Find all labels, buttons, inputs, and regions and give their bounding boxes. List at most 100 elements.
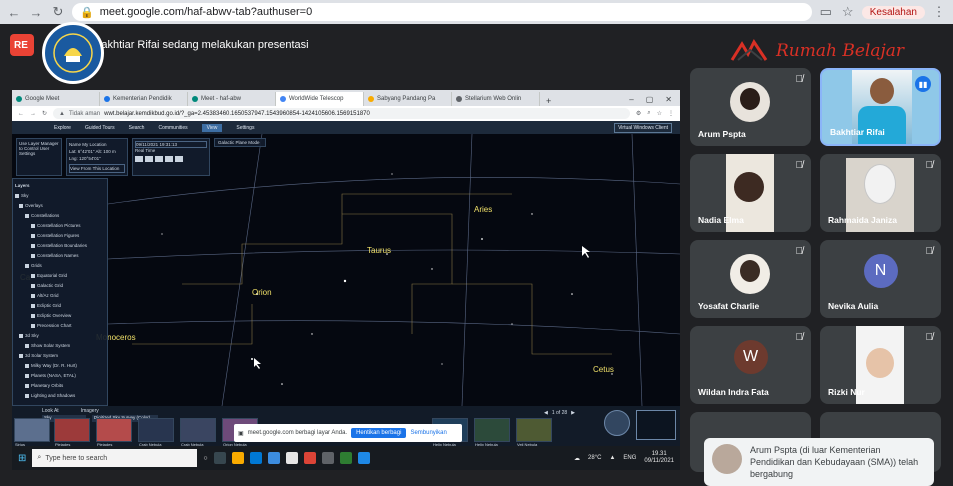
thumb-item[interactable]: Pleiades	[54, 418, 90, 447]
taskbar-search[interactable]: ⌕ Type here to search	[32, 449, 198, 467]
inner-tab[interactable]: Sabyang Pandang Pa	[364, 92, 452, 106]
participant-tile-speaking[interactable]: ▮▮ Bakhtiar Rifai	[820, 68, 941, 146]
zoom-icon[interactable]: ⌕	[647, 110, 650, 117]
participant-tile[interactable]: W 🎙̸ Wildan Indra Fata	[690, 326, 811, 404]
file-explorer-icon[interactable]	[231, 452, 244, 464]
virtual-windows-button[interactable]: Virtual Windows Client	[614, 122, 672, 133]
galactic-plane-toggle[interactable]: Galactic Plane Mode	[214, 138, 266, 147]
menu-communities[interactable]: Communities	[158, 125, 187, 131]
layer-item[interactable]: Constellation Names	[15, 251, 105, 261]
menu-guided-tours[interactable]: Guided Tours	[85, 125, 115, 131]
inner-address-bar[interactable]: ▲ Tidak aman wwt.belajar.kemdikbud.go.id…	[53, 108, 630, 119]
task-view-icon[interactable]: ○	[203, 455, 207, 462]
layer-item[interactable]: Constellation Pictures	[15, 221, 105, 231]
rewind-icon[interactable]	[135, 156, 143, 162]
join-notification[interactable]: Arum Pspta (di luar Kementerian Pendidik…	[704, 438, 934, 486]
mini-map-icon[interactable]	[636, 410, 676, 440]
layer-item[interactable]: 3d Sky	[15, 331, 105, 341]
layer-item[interactable]: Sky	[15, 191, 105, 201]
windows-start-icon[interactable]: ⊞	[18, 453, 26, 464]
layer-item[interactable]: Lighting and Shadows	[15, 391, 105, 401]
thumb-item[interactable]: Helix Nebula	[474, 418, 510, 447]
back-icon[interactable]: ←	[6, 5, 22, 20]
participant-tile[interactable]: 🎙̸ Arum Pspta	[690, 68, 811, 146]
layer-item[interactable]: Milky Way (Dr. R. Hurt)	[15, 361, 105, 371]
menu-icon[interactable]: ⋮	[668, 110, 674, 117]
layer-item[interactable]: Grids	[15, 261, 105, 271]
app-icon[interactable]	[357, 452, 370, 464]
menu-explore[interactable]: Explore	[54, 125, 71, 131]
mail-icon[interactable]	[285, 452, 298, 464]
store-icon[interactable]	[267, 452, 280, 464]
layer-item[interactable]: Alt/Az Grid	[15, 291, 105, 301]
thumb-item[interactable]: Sirius	[14, 418, 50, 447]
star-icon[interactable]: ☆	[840, 4, 856, 20]
reload-icon[interactable]: ↻	[50, 4, 66, 20]
menu-search[interactable]: Search	[129, 125, 145, 131]
layer-item[interactable]: Show Solar System	[15, 341, 105, 351]
sky-view[interactable]: Aries Taurus Orion Monoceros Cetus Ca Us…	[12, 134, 680, 406]
reload-icon[interactable]: ↻	[42, 110, 47, 117]
edge-icon[interactable]	[249, 452, 262, 464]
star-icon[interactable]: ☆	[657, 110, 662, 117]
inner-tab-active[interactable]: WorldWide Telescop	[276, 92, 364, 106]
layer-item[interactable]: Overlays	[15, 201, 105, 211]
layer-item[interactable]: Constellation Figures	[15, 231, 105, 241]
inner-tab[interactable]: Google Meet	[12, 92, 100, 106]
chrome-icon[interactable]	[303, 452, 316, 464]
profile-error-button[interactable]: Kesalahan	[861, 5, 925, 19]
thumb-item[interactable]: Crab Nebula	[180, 418, 216, 447]
inner-tab[interactable]: Meet - haf-abw	[188, 92, 276, 106]
menu-view[interactable]: View	[201, 123, 223, 132]
extensions-icon[interactable]: ⚙	[636, 110, 641, 117]
widgets-icon[interactable]	[213, 452, 226, 464]
inner-tab[interactable]: Stellarium Web Onlin	[452, 92, 540, 106]
layer-item[interactable]: Constellation Boundaries	[15, 241, 105, 251]
participant-tile[interactable]: 🎙̸ Rahmaida Janiza	[820, 154, 941, 232]
layer-manager-hint[interactable]: Use Layer Manager to Control User Settin…	[16, 138, 62, 176]
layer-item[interactable]: 3d Solar System	[15, 351, 105, 361]
menu-icon[interactable]: ⋮	[931, 4, 947, 20]
inner-tab[interactable]: Kementerian Pendidik	[100, 92, 188, 106]
clock[interactable]: 19.31 09/11/2021	[644, 451, 674, 465]
layer-item[interactable]: Ecliptic Grid	[15, 301, 105, 311]
layer-item[interactable]: Precession Chart	[15, 321, 105, 331]
menu-settings[interactable]: Settings	[236, 125, 254, 131]
back-icon[interactable]: ←	[18, 111, 24, 117]
date-field[interactable]: 09/11/2021 19:31:13	[135, 141, 207, 148]
layer-item[interactable]: Planets (NASA, ETAL)	[15, 371, 105, 381]
participant-tile[interactable]: 🎙̸ Nadia Elma	[690, 154, 811, 232]
slow-icon[interactable]	[145, 156, 153, 162]
cast-icon[interactable]: ▭	[818, 4, 834, 20]
address-bar[interactable]: 🔒 meet.google.com/haf-abwv-tab?authuser=…	[72, 3, 812, 21]
participant-tile[interactable]: 🎙̸ Rizki Nur	[820, 326, 941, 404]
view-from-location-button[interactable]: View From This Location	[69, 164, 125, 173]
new-tab-icon[interactable]: +	[540, 96, 557, 106]
fast-icon[interactable]	[165, 156, 173, 162]
thumb-item[interactable]: Crab Nebula	[138, 418, 174, 447]
layer-item[interactable]: Equatorial Grid	[15, 271, 105, 281]
layer-item[interactable]: Galactic Grid	[15, 281, 105, 291]
app-icon[interactable]	[321, 452, 334, 464]
layer-item[interactable]: Planetary Orbits	[15, 381, 105, 391]
layer-item[interactable]: Ecliptic Overview	[15, 311, 105, 321]
close-icon[interactable]: ✕	[665, 95, 672, 104]
maximize-icon[interactable]: ▢	[646, 95, 654, 104]
forward-time-icon[interactable]	[175, 156, 183, 162]
participant-tile[interactable]: N 🎙̸ Nevika Aulia	[820, 240, 941, 318]
network-icon[interactable]: ▲	[609, 455, 615, 461]
thumb-item[interactable]: Veil Nebula	[516, 418, 552, 447]
minimize-icon[interactable]: –	[629, 95, 633, 104]
pause-icon[interactable]	[155, 156, 163, 162]
next-page-icon[interactable]: ▶	[571, 410, 575, 416]
thumb-item[interactable]: Pleiades	[96, 418, 132, 447]
forward-icon[interactable]: →	[28, 5, 44, 20]
compass-icon[interactable]	[604, 410, 630, 436]
prev-page-icon[interactable]: ◀	[544, 410, 548, 416]
hide-button[interactable]: Sembunyikan	[410, 430, 446, 436]
participant-tile[interactable]: 🎙̸ Yosafat Charlie	[690, 240, 811, 318]
stop-sharing-button[interactable]: Hentikan berbagi	[351, 428, 407, 438]
layer-item[interactable]: Constellations	[15, 211, 105, 221]
language-label[interactable]: ENG	[623, 455, 636, 461]
app-icon[interactable]	[339, 452, 352, 464]
